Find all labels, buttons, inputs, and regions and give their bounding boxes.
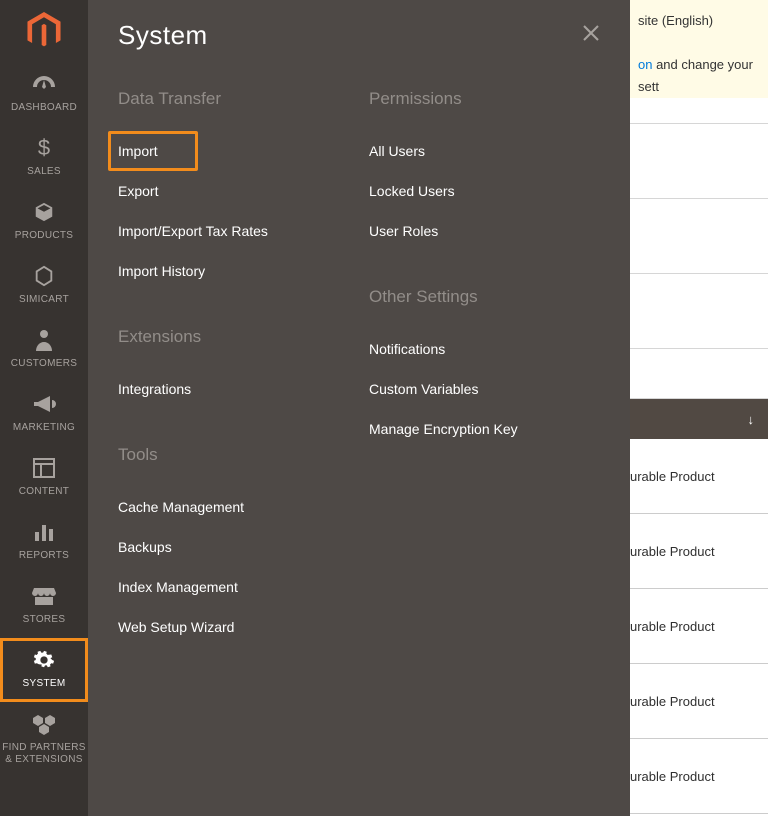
nav-products[interactable]: PRODUCTS [0,190,88,254]
table-header-cell[interactable]: ↓ [630,399,768,439]
menu-custom-variables[interactable]: Custom Variables [359,369,600,409]
section-permissions: Permissions [369,89,600,109]
nav-label: REPORTS [19,550,69,562]
nav-label: DASHBOARD [11,102,77,114]
notice-banner: site (English) on and change your sett [630,0,768,98]
magento-logo[interactable] [0,0,88,62]
nav-label: FIND PARTNERS & EXTENSIONS [2,742,86,766]
menu-all-users[interactable]: All Users [359,131,600,171]
hexagon-icon [33,262,55,290]
close-flyout-button[interactable] [582,24,600,42]
menu-index-management[interactable]: Index Management [108,567,349,607]
menu-web-setup-wizard[interactable]: Web Setup Wizard [108,607,349,647]
left-nav: DASHBOARD $ SALES PRODUCTS SIMICART CUST… [0,0,88,816]
menu-manage-encryption-key[interactable]: Manage Encryption Key [359,409,600,449]
dashboard-icon [31,70,57,98]
flyout-right-column: Permissions All Users Locked Users User … [369,89,600,683]
bar-chart-icon [33,518,55,546]
system-flyout: System Data Transfer Import Export Impor… [88,0,630,816]
menu-notifications[interactable]: Notifications [359,329,600,369]
magento-logo-icon [27,12,61,50]
nav-label: SALES [27,166,61,178]
table-row[interactable]: urable Product [630,514,768,589]
table-row[interactable]: urable Product [630,589,768,664]
nav-find-partners[interactable]: FIND PARTNERS & EXTENSIONS [0,702,88,778]
notice-text-b: and change your sett [638,57,753,94]
section-data-transfer: Data Transfer [118,89,349,109]
menu-import[interactable]: Import [108,131,198,171]
nav-reports[interactable]: REPORTS [0,510,88,574]
gear-icon [33,646,55,674]
nav-label: CONTENT [19,486,69,498]
table-row[interactable]: urable Product [630,439,768,514]
nav-label: MARKETING [13,422,75,434]
menu-locked-users[interactable]: Locked Users [359,171,600,211]
menu-export[interactable]: Export [108,171,349,211]
store-icon [32,582,56,610]
nav-dashboard[interactable]: DASHBOARD [0,62,88,126]
menu-cache-management[interactable]: Cache Management [108,487,349,527]
row-type-text: urable Product [630,694,715,709]
row-type-text: urable Product [630,469,715,484]
nav-label: STORES [23,614,66,626]
menu-import-history[interactable]: Import History [108,251,349,291]
nav-marketing[interactable]: MARKETING [0,382,88,446]
background-page: site (English) on and change your sett ↓… [630,0,768,816]
menu-user-roles[interactable]: User Roles [359,211,600,251]
nav-label: SIMICART [19,294,69,306]
nav-content[interactable]: CONTENT [0,446,88,510]
table-row[interactable]: urable Product [630,739,768,814]
nav-label: SYSTEM [23,678,66,690]
nav-customers[interactable]: CUSTOMERS [0,318,88,382]
notice-text-a: site (English) [638,13,713,28]
section-extensions: Extensions [118,327,349,347]
notice-link[interactable]: on [638,57,652,72]
menu-integrations[interactable]: Integrations [108,369,349,409]
cube-icon [33,198,55,226]
menu-import-export-tax-rates[interactable]: Import/Export Tax Rates [108,211,349,251]
nav-sales[interactable]: $ SALES [0,126,88,190]
row-type-text: urable Product [630,769,715,784]
flyout-left-column: Data Transfer Import Export Import/Expor… [118,89,349,683]
close-icon [582,24,600,42]
sort-arrow-icon: ↓ [748,412,755,427]
menu-backups[interactable]: Backups [108,527,349,567]
layout-icon [33,454,55,482]
nav-label: PRODUCTS [15,230,74,242]
flyout-title: System [118,20,600,51]
nav-stores[interactable]: STORES [0,574,88,638]
table-row[interactable]: urable Product [630,664,768,739]
megaphone-icon [32,390,56,418]
nav-simicart[interactable]: SIMICART [0,254,88,318]
dollar-icon: $ [38,134,50,162]
nav-system[interactable]: SYSTEM [0,638,88,702]
row-type-text: urable Product [630,619,715,634]
section-tools: Tools [118,445,349,465]
row-type-text: urable Product [630,544,715,559]
blocks-icon [32,710,56,738]
person-icon [35,326,53,354]
nav-label: CUSTOMERS [11,358,77,370]
section-other-settings: Other Settings [369,287,600,307]
